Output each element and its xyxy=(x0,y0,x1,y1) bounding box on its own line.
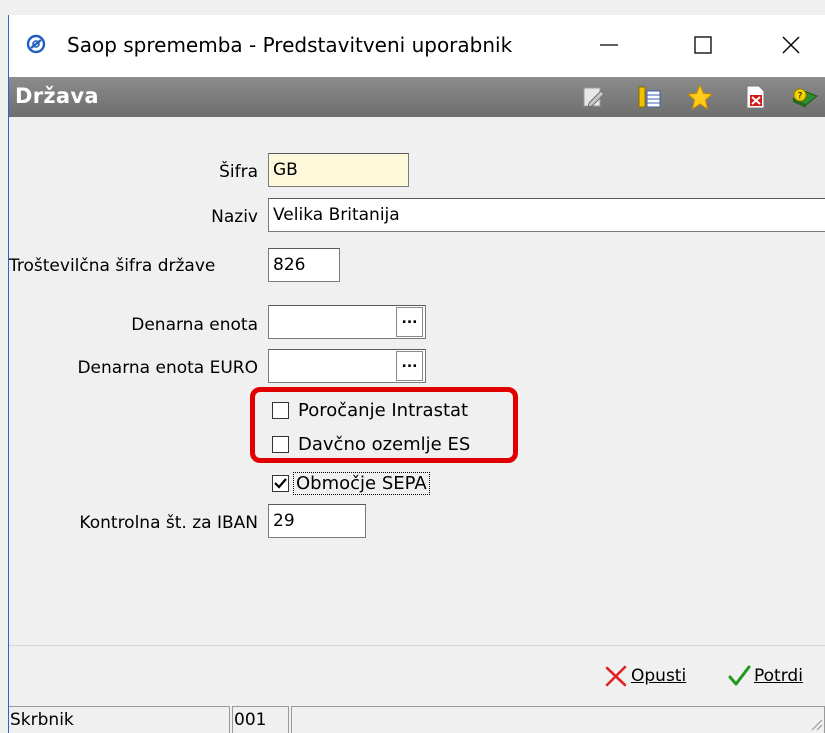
naziv-label: Naziv xyxy=(211,207,258,227)
checkmark-icon xyxy=(274,478,287,489)
help-book-icon[interactable]: ? xyxy=(790,83,818,111)
iban-label: Kontrolna št. za IBAN xyxy=(79,513,258,533)
denarna-enota-euro-label: Denarna enota EURO xyxy=(77,358,258,378)
title-bar: Saop sprememba - Predstavitveni uporabni… xyxy=(9,15,825,77)
sifra-field[interactable]: GB xyxy=(268,153,409,187)
footer-divider xyxy=(9,645,825,646)
window-title: Saop sprememba - Predstavitveni uporabni… xyxy=(67,33,513,57)
trostevilcna-label: Troštevilčna šifra države xyxy=(9,256,216,276)
form-header: Država ? xyxy=(9,77,825,117)
confirm-button[interactable]: Potrdi xyxy=(727,664,803,688)
window-edge xyxy=(8,15,9,733)
naziv-field[interactable]: Velika Britanija xyxy=(268,198,825,232)
trostevilcna-field[interactable]: 826 xyxy=(268,248,340,282)
close-button[interactable] xyxy=(761,23,821,67)
close-icon xyxy=(782,36,800,54)
maximize-button[interactable] xyxy=(673,23,733,67)
sifra-label: Šifra xyxy=(219,162,258,182)
confirm-label: Potrdi xyxy=(754,666,803,686)
check-icon xyxy=(728,665,751,686)
status-code: 001 xyxy=(232,706,289,733)
edit-icon[interactable] xyxy=(579,83,607,111)
highlight-annotation xyxy=(250,387,518,463)
dialog-window: Saop sprememba - Predstavitveni uporabni… xyxy=(0,0,825,733)
cancel-x-icon xyxy=(605,665,627,687)
app-logo-icon xyxy=(26,34,46,54)
denarna-enota-lookup-button[interactable]: ... xyxy=(396,307,423,337)
obmocje-sepa-checkbox[interactable]: Območje SEPA xyxy=(272,472,430,495)
maximize-icon xyxy=(694,36,712,54)
status-bar: Skrbnik 001 xyxy=(9,706,825,733)
status-extra xyxy=(291,706,825,733)
iban-field[interactable]: 29 xyxy=(268,504,366,538)
resize-grip-icon[interactable] xyxy=(809,717,823,731)
svg-text:?: ? xyxy=(798,92,803,102)
minimize-icon xyxy=(600,44,618,46)
status-user: Skrbnik xyxy=(9,706,230,733)
sepa-label: Območje SEPA xyxy=(293,472,430,495)
cancel-button[interactable]: Opusti xyxy=(604,664,686,688)
form-title: Država xyxy=(15,84,99,108)
minimize-button[interactable] xyxy=(579,23,639,67)
denarna-enota-euro-lookup-button[interactable]: ... xyxy=(396,351,423,381)
cancel-label: Opusti xyxy=(631,666,687,686)
delete-icon[interactable] xyxy=(741,83,769,111)
sepa-checkbox-box[interactable] xyxy=(272,475,289,492)
denarna-enota-label: Denarna enota xyxy=(131,315,258,335)
columns-icon[interactable] xyxy=(635,83,663,111)
star-icon[interactable] xyxy=(686,83,714,111)
